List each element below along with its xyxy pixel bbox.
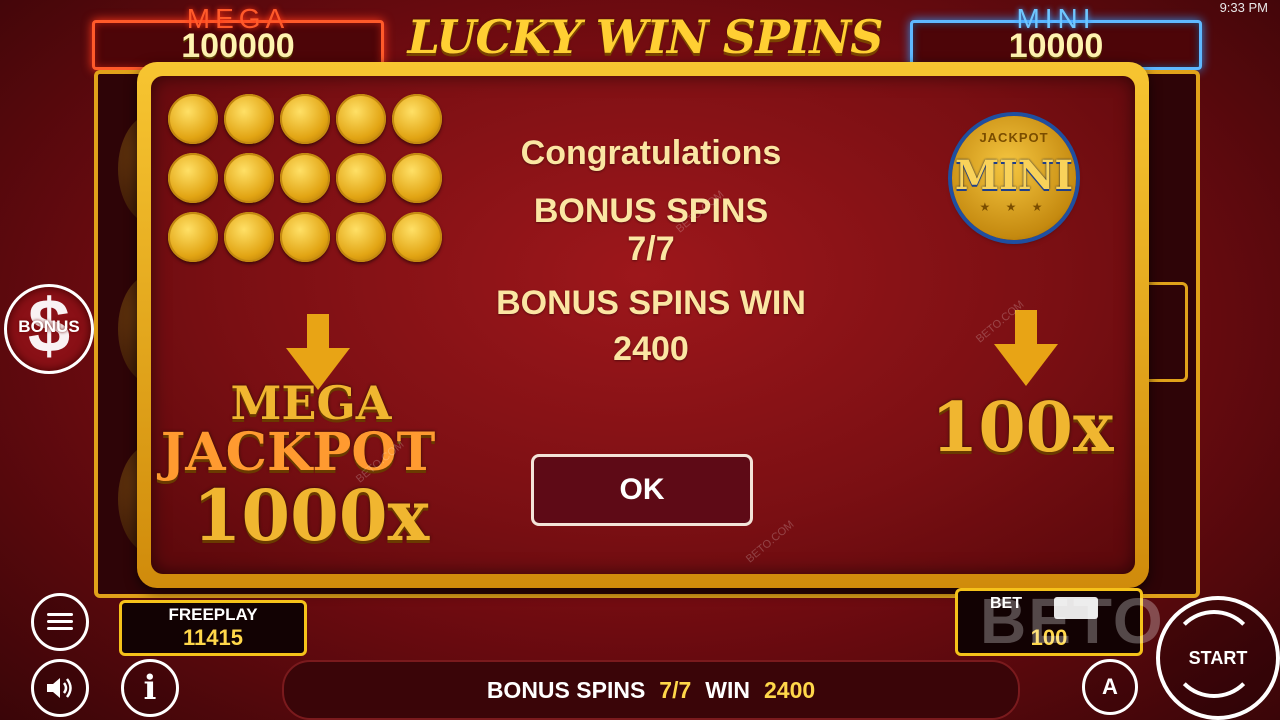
arrow-down-icon (994, 310, 1058, 386)
coin-icon (280, 153, 330, 203)
freeplay-label: FREEPLAY (168, 605, 258, 624)
coin-grid (165, 92, 455, 269)
bonus-result-dialog: MEGA JACKPOT 1000x Congratulations BONUS… (137, 62, 1149, 588)
start-button[interactable]: START (1156, 596, 1280, 720)
hamburger-icon (47, 612, 73, 632)
coin-icon (392, 153, 442, 203)
congratulations-text: Congratulations (520, 134, 782, 172)
status-win-label: WIN (705, 676, 750, 703)
mini-multiplier: 100x (931, 388, 1114, 468)
coin-icon (280, 212, 330, 262)
medal-word: MINI (954, 152, 1074, 199)
freeplay-value: 11415 (183, 625, 243, 650)
bonus-badge-label: BONUS (18, 317, 80, 336)
medal-top-text: JACKPOT (979, 130, 1049, 145)
coin-icon (168, 212, 218, 262)
mini-jackpot-value: 10000 (1008, 27, 1104, 65)
coin-icon (392, 212, 442, 262)
bonus-badge[interactable]: $ BONUS (4, 284, 94, 374)
coin-icon (336, 212, 386, 262)
bonus-spins-win-value: 2400 (613, 330, 689, 368)
coin-icon (336, 153, 386, 203)
info-icon: i (143, 668, 157, 708)
status-bar: BONUS SPINS 7/7 WIN 2400 (282, 660, 1020, 720)
dialog-body: MEGA JACKPOT 1000x Congratulations BONUS… (151, 76, 1135, 574)
coin-icon (224, 153, 274, 203)
status-clock: 9:33 PM (1219, 0, 1268, 15)
autoplay-icon: A (1102, 674, 1118, 699)
status-win-value: 2400 (764, 676, 816, 703)
status-bonus-value: 7/7 (659, 676, 692, 703)
coin-icon (392, 94, 442, 144)
coin-icon (224, 94, 274, 144)
bonus-spins-win-label: BONUS SPINS WIN (496, 284, 806, 322)
mini-jackpot-medal-icon: JACKPOT MINI ★ ★ ★ (952, 116, 1076, 240)
coin-icon (224, 212, 274, 262)
info-button[interactable]: i (121, 659, 179, 717)
autoplay-button[interactable]: A (1082, 659, 1138, 715)
medal-stars: ★ ★ ★ (979, 200, 1049, 214)
status-bonus-label: BONUS SPINS (486, 676, 646, 703)
coin-icon (336, 94, 386, 144)
watermark: BETO.COM (743, 518, 797, 566)
start-label: START (1188, 648, 1248, 668)
bonus-spins-label: BONUS SPINS (533, 192, 769, 230)
bonus-spins-count: 7/7 (627, 230, 675, 268)
coin-icon (168, 153, 218, 203)
coin-icon (168, 94, 218, 144)
menu-button[interactable] (31, 593, 89, 651)
speaker-icon (47, 678, 72, 698)
mega-multiplier: 1000x (192, 474, 430, 557)
beto-logo: BETO (980, 585, 1165, 657)
sound-button[interactable] (31, 659, 89, 717)
ok-button[interactable]: OK (531, 454, 753, 526)
mega-jackpot-value: 100000 (181, 27, 295, 65)
freeplay-panel: FREEPLAY 11415 (119, 600, 307, 656)
coin-icon (280, 94, 330, 144)
